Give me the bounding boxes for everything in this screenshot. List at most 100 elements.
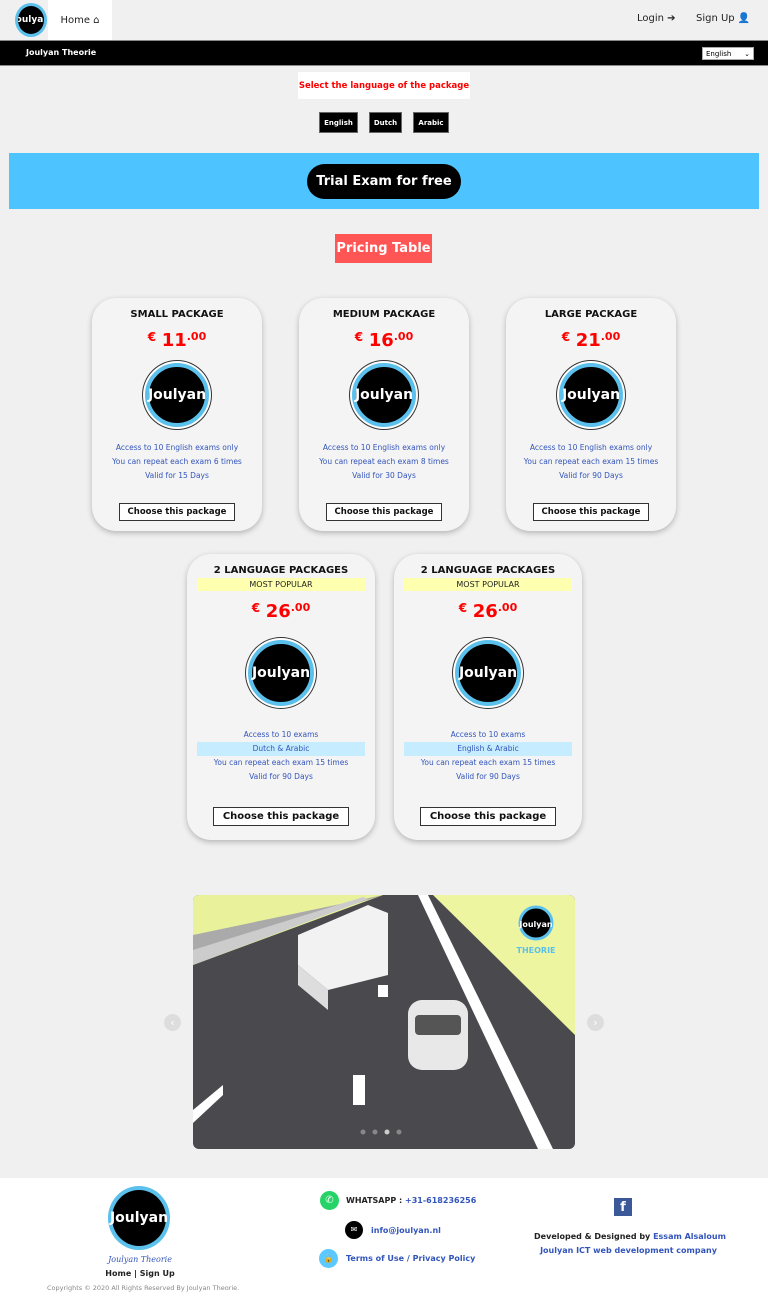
price-decimals: .00 xyxy=(497,601,518,614)
choose-package-button[interactable]: Choose this package xyxy=(212,807,350,826)
package-feature: English & Arabic xyxy=(404,742,572,756)
price-amount: 26 xyxy=(265,601,291,622)
price-decimals: .00 xyxy=(186,330,207,343)
package-title: MEDIUM PACKAGE xyxy=(332,309,436,320)
choose-package-button[interactable]: Choose this package xyxy=(325,503,443,521)
brand-name: Joulyan Theorie xyxy=(26,48,97,57)
footer-home-link[interactable]: Home xyxy=(105,1269,131,1278)
package-feature: Access to 10 English exams only xyxy=(322,443,446,452)
package-feature: Access to 10 exams xyxy=(243,730,319,739)
language-select-value: English xyxy=(706,50,732,58)
email-icon: ✉ xyxy=(345,1221,363,1239)
footer-brand: Joulyan Theorie xyxy=(108,1255,172,1264)
lock-icon: 🔒 xyxy=(319,1249,338,1268)
choose-package-button[interactable]: Choose this package xyxy=(532,503,650,521)
pricing-title: Pricing Table xyxy=(335,234,432,263)
package-title: SMALL PACKAGE xyxy=(130,309,224,320)
currency: € xyxy=(354,330,364,344)
carousel-slide-image: Joulyan THEORIE xyxy=(193,895,575,1149)
package-feature: Access to 10 exams xyxy=(450,730,526,739)
whatsapp-label: WHATSAPP : xyxy=(346,1196,403,1205)
package-feature: You can repeat each exam 8 times xyxy=(319,457,449,466)
email-link[interactable]: info@joulyan.nl xyxy=(371,1226,441,1235)
lang-arabic-button[interactable]: Arabic xyxy=(413,112,449,133)
package-title: 2 LANGUAGE PACKAGES xyxy=(213,565,349,576)
price-decimals: .00 xyxy=(393,330,414,343)
package-feature: You can repeat each exam 15 times xyxy=(420,758,556,767)
nav-signup[interactable]: Sign Up 👤 xyxy=(696,13,750,24)
popular-badge: MOST POPULAR xyxy=(404,578,572,591)
package-feature: Dutch & Arabic xyxy=(197,742,365,756)
package-logo: Joulyan xyxy=(145,363,209,427)
package-logo: Joulyan xyxy=(248,640,314,706)
user-plus-icon: 👤 xyxy=(737,13,751,24)
price-decimals: .00 xyxy=(290,601,311,614)
package-title: LARGE PACKAGE xyxy=(544,309,638,320)
company-link[interactable]: Joulyan ICT web development company xyxy=(500,1246,757,1255)
choose-package-button[interactable]: Choose this package xyxy=(419,807,557,826)
price-amount: 11 xyxy=(161,330,187,351)
lang-dutch-button[interactable]: Dutch xyxy=(369,112,402,133)
nav-login[interactable]: Login ➔ xyxy=(637,13,676,24)
package-title: 2 LANGUAGE PACKAGES xyxy=(420,565,556,576)
site-logo[interactable]: Joulyan xyxy=(15,3,47,37)
package-logo: Joulyan xyxy=(559,363,623,427)
price-amount: 21 xyxy=(575,330,601,351)
copyright: Copyrights © 2020 All Rights Reserved By… xyxy=(47,1284,240,1292)
currency: € xyxy=(251,601,261,615)
home-label: Home xyxy=(60,14,90,26)
signup-label: Sign Up xyxy=(696,13,735,24)
package-feature: Valid for 90 Days xyxy=(456,772,520,781)
package-feature: You can repeat each exam 15 times xyxy=(523,457,659,466)
package-card: LARGE PACKAGE € 21.00 Joulyan Access to … xyxy=(506,298,676,531)
chevron-down-icon: ⌄ xyxy=(744,50,750,58)
facebook-icon[interactable]: f xyxy=(614,1198,632,1216)
package-feature: Valid for 30 Days xyxy=(352,471,416,480)
price-decimals: .00 xyxy=(600,330,621,343)
svg-text:Joulyan: Joulyan xyxy=(518,920,553,929)
dev-name-link[interactable]: Essam Alsaloum xyxy=(653,1232,726,1241)
carousel-prev-button[interactable]: ‹ xyxy=(164,1014,181,1031)
terms-link[interactable]: Terms of Use / Privacy Policy xyxy=(346,1254,475,1263)
login-icon: ➔ xyxy=(667,13,676,24)
popular-badge: MOST POPULAR xyxy=(197,578,365,591)
trial-exam-button[interactable]: Trial Exam for free xyxy=(307,164,461,199)
language-select[interactable]: English ⌄ xyxy=(702,47,754,60)
package-price: € 21.00 xyxy=(506,330,676,351)
package-price: € 11.00 xyxy=(92,330,262,351)
package-feature: Access to 10 English exams only xyxy=(529,443,653,452)
choose-package-button[interactable]: Choose this package xyxy=(118,503,236,521)
footer-logo: Joulyan xyxy=(108,1186,170,1250)
package-feature: Valid for 15 Days xyxy=(145,471,209,480)
whatsapp-link[interactable]: +31-618236256 xyxy=(405,1196,476,1205)
nav-home[interactable]: Home ⌂ xyxy=(48,0,112,40)
package-card: SMALL PACKAGE € 11.00 Joulyan Access to … xyxy=(92,298,262,531)
price-amount: 16 xyxy=(368,330,394,351)
footer-signup-link[interactable]: Sign Up xyxy=(140,1269,175,1278)
currency: € xyxy=(561,330,571,344)
whatsapp-icon: ✆ xyxy=(320,1191,339,1210)
brand-bar xyxy=(0,40,768,66)
package-card: MEDIUM PACKAGE € 16.00 Joulyan Access to… xyxy=(299,298,469,531)
package-logo: Joulyan xyxy=(352,363,416,427)
package-card: 2 LANGUAGE PACKAGES MOST POPULAR € 26.00… xyxy=(394,554,582,840)
dev-label: Developed & Designed by xyxy=(534,1232,651,1241)
package-feature: You can repeat each exam 15 times xyxy=(213,758,349,767)
package-price: € 26.00 xyxy=(187,601,375,622)
carousel[interactable]: Joulyan THEORIE xyxy=(193,895,575,1149)
carousel-next-button[interactable]: › xyxy=(587,1014,604,1031)
package-card: 2 LANGUAGE PACKAGES MOST POPULAR € 26.00… xyxy=(187,554,375,840)
package-price: € 26.00 xyxy=(394,601,582,622)
separator: | xyxy=(134,1269,137,1278)
currency: € xyxy=(458,601,468,615)
lang-english-button[interactable]: English xyxy=(319,112,358,133)
package-feature: Valid for 90 Days xyxy=(559,471,623,480)
package-logo: Joulyan xyxy=(455,640,521,706)
price-amount: 26 xyxy=(472,601,498,622)
home-icon: ⌂ xyxy=(93,14,100,26)
package-price: € 16.00 xyxy=(299,330,469,351)
svg-text:THEORIE: THEORIE xyxy=(516,946,555,955)
package-feature: You can repeat each exam 6 times xyxy=(112,457,242,466)
login-label: Login xyxy=(637,13,664,24)
package-feature: Valid for 90 Days xyxy=(249,772,313,781)
